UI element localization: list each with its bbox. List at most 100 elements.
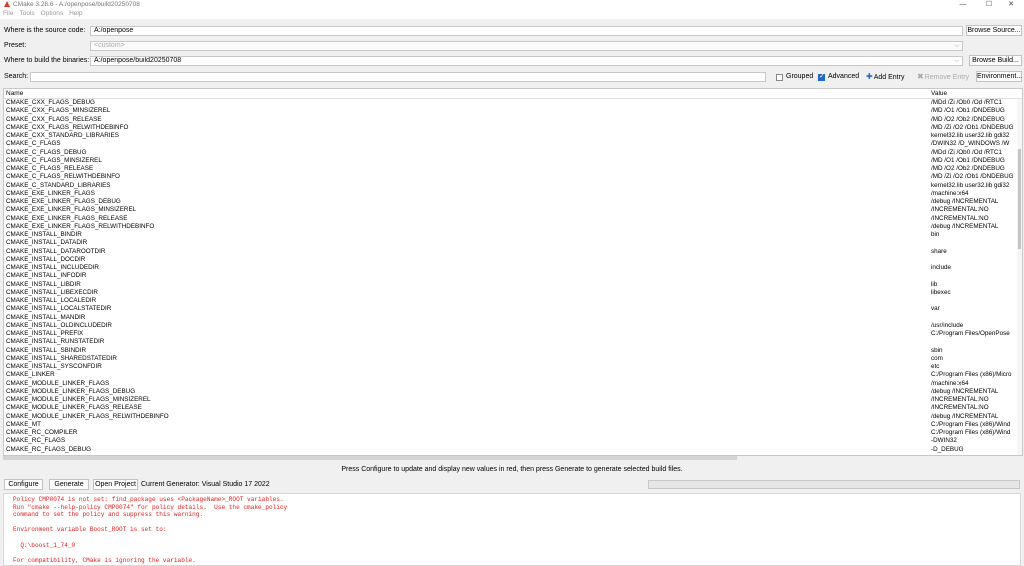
advanced-checkbox[interactable] bbox=[818, 72, 825, 81]
table-row[interactable]: CMAKE_EXE_LINKER_FLAGS/machine:x64 bbox=[4, 190, 1017, 198]
table-row[interactable]: CMAKE_MODULE_LINKER_FLAGS_RELWITHDEBINFO… bbox=[4, 413, 1017, 421]
entry-value[interactable]: kernel32.lib user32.lib gdi32 bbox=[931, 182, 1017, 190]
entry-value[interactable]: sbin bbox=[931, 347, 1017, 355]
cache-table[interactable]: Name Value CMAKE_CXX_FLAGS_DEBUG/MDd /Zi… bbox=[3, 88, 1023, 456]
entry-value[interactable]: /MDd /Zi /Ob0 /Od /RTC1 bbox=[931, 149, 1017, 157]
table-row[interactable]: CMAKE_INSTALL_PREFIX C:/Program Files/Ope… bbox=[4, 330, 1017, 338]
entry-value[interactable]: etc bbox=[931, 363, 1017, 371]
table-row[interactable]: CMAKE_C_FLAGS_DEBUG/MDd /Zi /Ob0 /Od /RT… bbox=[4, 149, 1017, 157]
table-row[interactable]: CMAKE_INSTALL_SBINDIR sbin bbox=[4, 347, 1017, 355]
add-entry-button[interactable]: ✚Add Entry bbox=[866, 71, 904, 84]
table-row[interactable]: CMAKE_INSTALL_LIBDIR lib bbox=[4, 281, 1017, 289]
table-row[interactable]: CMAKE_MODULE_LINKER_FLAGS_DEBUG/debug /I… bbox=[4, 388, 1017, 396]
table-row[interactable]: CMAKE_INSTALL_RUNSTATEDIR bbox=[4, 338, 1017, 346]
vertical-scrollbar[interactable] bbox=[1017, 99, 1022, 455]
minimize-icon[interactable]: — bbox=[950, 0, 976, 9]
table-row[interactable]: CMAKE_CXX_FLAGS_RELWITHDEBINFO/MD /Zi /O… bbox=[4, 124, 1017, 132]
table-row[interactable]: CMAKE_INSTALL_LIBEXECDIR libexec bbox=[4, 289, 1017, 297]
environment-button[interactable]: Environment... bbox=[976, 71, 1022, 82]
open-project-button[interactable]: Open Project bbox=[93, 479, 138, 490]
table-row[interactable]: CMAKE_LINKER C:/Program Files (x86)/Micro bbox=[4, 371, 1017, 379]
table-row[interactable]: CMAKE_CXX_FLAGS_MINSIZEREL/MD /O1 /Ob1 /… bbox=[4, 107, 1017, 115]
table-row[interactable]: CMAKE_INSTALL_DOCDIR bbox=[4, 256, 1017, 264]
close-icon[interactable]: ✕ bbox=[998, 0, 1024, 9]
generate-button[interactable]: Generate bbox=[49, 479, 89, 490]
entry-value[interactable]: -D_DEBUG bbox=[931, 446, 1017, 454]
table-row[interactable]: CMAKE_INSTALL_BINDIR bin bbox=[4, 231, 1017, 239]
table-row[interactable]: CMAKE_C_FLAGS_RELEASE/MD /O2 /Ob2 /DNDEB… bbox=[4, 165, 1017, 173]
grouped-checkbox[interactable] bbox=[776, 74, 783, 81]
table-row[interactable]: CMAKE_EXE_LINKER_FLAGS_DEBUG/debug /INCR… bbox=[4, 198, 1017, 206]
table-row[interactable]: CMAKE_RC_COMPILER C:/Program Files (x86)/… bbox=[4, 429, 1017, 437]
table-row[interactable]: CMAKE_INSTALL_INCLUDEDIR include bbox=[4, 264, 1017, 272]
table-row[interactable]: CMAKE_INSTALL_DATADIR bbox=[4, 239, 1017, 247]
table-row[interactable]: CMAKE_CXX_STANDARD_LIBRARIES kernel32.lib… bbox=[4, 132, 1017, 140]
entry-value[interactable]: /debug /INCREMENTAL bbox=[931, 413, 1017, 421]
table-row[interactable]: CMAKE_MODULE_LINKER_FLAGS_MINSIZEREL/INC… bbox=[4, 396, 1017, 404]
configure-button[interactable]: Configure bbox=[4, 479, 43, 490]
entry-value[interactable]: /MD /Zi /O2 /Ob1 /DNDEBUG bbox=[931, 124, 1017, 132]
entry-value[interactable]: include bbox=[931, 264, 1017, 272]
entry-value[interactable]: /MD /O1 /Ob1 /DNDEBUG bbox=[931, 107, 1017, 115]
table-row[interactable]: CMAKE_INSTALL_LOCALSTATEDIR var bbox=[4, 305, 1017, 313]
entry-value[interactable]: /INCREMENTAL:NO bbox=[931, 206, 1017, 214]
entry-value[interactable]: /MD /O2 /Ob2 /DNDEBUG bbox=[931, 116, 1017, 124]
entry-value[interactable]: C:/Program Files (x86)/Micro bbox=[931, 371, 1017, 379]
table-row[interactable]: CMAKE_INSTALL_OLDINCLUDEDIR/usr/include bbox=[4, 322, 1017, 330]
entry-value[interactable]: /INCREMENTAL:NO bbox=[931, 215, 1017, 223]
table-row[interactable]: CMAKE_C_FLAGS/DWIN32 /D_WINDOWS /W bbox=[4, 140, 1017, 148]
entry-value[interactable]: lib bbox=[931, 281, 1017, 289]
table-row[interactable]: CMAKE_EXE_LINKER_FLAGS_RELEASE/INCREMENT… bbox=[4, 215, 1017, 223]
table-row[interactable]: CMAKE_INSTALL_SYSCONFDIR etc bbox=[4, 363, 1017, 371]
entry-value[interactable]: /MD /O1 /Ob1 /DNDEBUG bbox=[931, 157, 1017, 165]
table-row[interactable]: CMAKE_C_STANDARD_LIBRARIES kernel32.lib u… bbox=[4, 182, 1017, 190]
menu-help[interactable]: Help bbox=[66, 9, 85, 19]
entry-value[interactable]: var bbox=[931, 305, 1017, 313]
table-row[interactable]: CMAKE_RC_FLAGS -DWIN32 bbox=[4, 437, 1017, 445]
table-row[interactable]: CMAKE_MODULE_LINKER_FLAGS_RELEASE/INCREM… bbox=[4, 404, 1017, 412]
entry-value[interactable]: /MD /Zi /O2 /Ob1 /DNDEBUG bbox=[931, 173, 1017, 181]
table-row[interactable]: CMAKE_INSTALL_MANDIR bbox=[4, 314, 1017, 322]
name-column-header[interactable]: Name bbox=[6, 89, 23, 98]
entry-value[interactable]: /INCREMENTAL:NO bbox=[931, 396, 1017, 404]
browse-source-button[interactable]: Browse Source... bbox=[966, 25, 1022, 36]
entry-value[interactable]: /MDd /Zi /Ob0 /Od /RTC1 bbox=[931, 99, 1017, 107]
table-row[interactable]: CMAKE_CXX_FLAGS_RELEASE/MD /O2 /Ob2 /DND… bbox=[4, 116, 1017, 124]
value-column-header[interactable]: Value bbox=[931, 89, 947, 98]
entry-value[interactable]: share bbox=[931, 248, 1017, 256]
table-row[interactable]: CMAKE_EXE_LINKER_FLAGS_RELWITHDEBINFO/de… bbox=[4, 223, 1017, 231]
table-row[interactable]: CMAKE_INSTALL_LOCALEDIR bbox=[4, 297, 1017, 305]
entry-value[interactable]: -DWIN32 bbox=[931, 437, 1017, 445]
table-row[interactable]: CMAKE_CXX_FLAGS_DEBUG/MDd /Zi /Ob0 /Od /… bbox=[4, 99, 1017, 107]
search-input[interactable] bbox=[30, 72, 766, 82]
table-row[interactable]: CMAKE_EXE_LINKER_FLAGS_MINSIZEREL/INCREM… bbox=[4, 206, 1017, 214]
browse-build-button[interactable]: Browse Build... bbox=[969, 55, 1022, 66]
entry-value[interactable]: /debug /INCREMENTAL bbox=[931, 388, 1017, 396]
entry-value[interactable]: kernel32.lib user32.lib gdi32 bbox=[931, 132, 1017, 140]
preset-select[interactable]: <custom> ⌵ bbox=[90, 41, 963, 51]
menu-file[interactable]: File bbox=[0, 9, 16, 19]
entry-value[interactable]: C:/Program Files (x86)/Wind bbox=[931, 421, 1017, 429]
entry-value[interactable]: /debug /INCREMENTAL bbox=[931, 223, 1017, 231]
binaries-select[interactable]: A:/openpose/build20250708 ⌵ bbox=[90, 56, 963, 66]
table-row[interactable]: CMAKE_INSTALL_DATAROOTDIR share bbox=[4, 248, 1017, 256]
entry-value[interactable]: bin bbox=[931, 231, 1017, 239]
menu-options[interactable]: Options bbox=[38, 9, 66, 19]
entry-value[interactable]: C:/Program Files/OpenPose bbox=[931, 330, 1017, 338]
entry-value[interactable]: com bbox=[931, 355, 1017, 363]
entry-value[interactable]: /MD /O2 /Ob2 /DNDEBUG bbox=[931, 165, 1017, 173]
source-input[interactable]: A:/openpose bbox=[90, 26, 963, 36]
table-row[interactable]: CMAKE_C_FLAGS_RELWITHDEBINFO/MD /Zi /O2 … bbox=[4, 173, 1017, 181]
entry-value[interactable]: /machine:x64 bbox=[931, 190, 1017, 198]
table-row[interactable]: CMAKE_INSTALL_INFODIR bbox=[4, 272, 1017, 280]
entry-value[interactable]: C:/Program Files (x86)/Wind bbox=[931, 429, 1017, 437]
table-row[interactable]: CMAKE_INSTALL_SHAREDSTATEDIR com bbox=[4, 355, 1017, 363]
entry-value[interactable]: /INCREMENTAL:NO bbox=[931, 404, 1017, 412]
scrollbar-thumb[interactable] bbox=[1018, 149, 1021, 249]
entry-value[interactable]: /usr/include bbox=[931, 322, 1017, 330]
table-row[interactable]: CMAKE_RC_FLAGS_DEBUG -D_DEBUG bbox=[4, 446, 1017, 454]
menu-tools[interactable]: Tools bbox=[16, 9, 37, 19]
table-row[interactable]: CMAKE_C_FLAGS_MINSIZEREL/MD /O1 /Ob1 /DN… bbox=[4, 157, 1017, 165]
table-row[interactable]: CMAKE_MODULE_LINKER_FLAGS/machine:x64 bbox=[4, 380, 1017, 388]
entry-value[interactable]: /debug /INCREMENTAL bbox=[931, 198, 1017, 206]
